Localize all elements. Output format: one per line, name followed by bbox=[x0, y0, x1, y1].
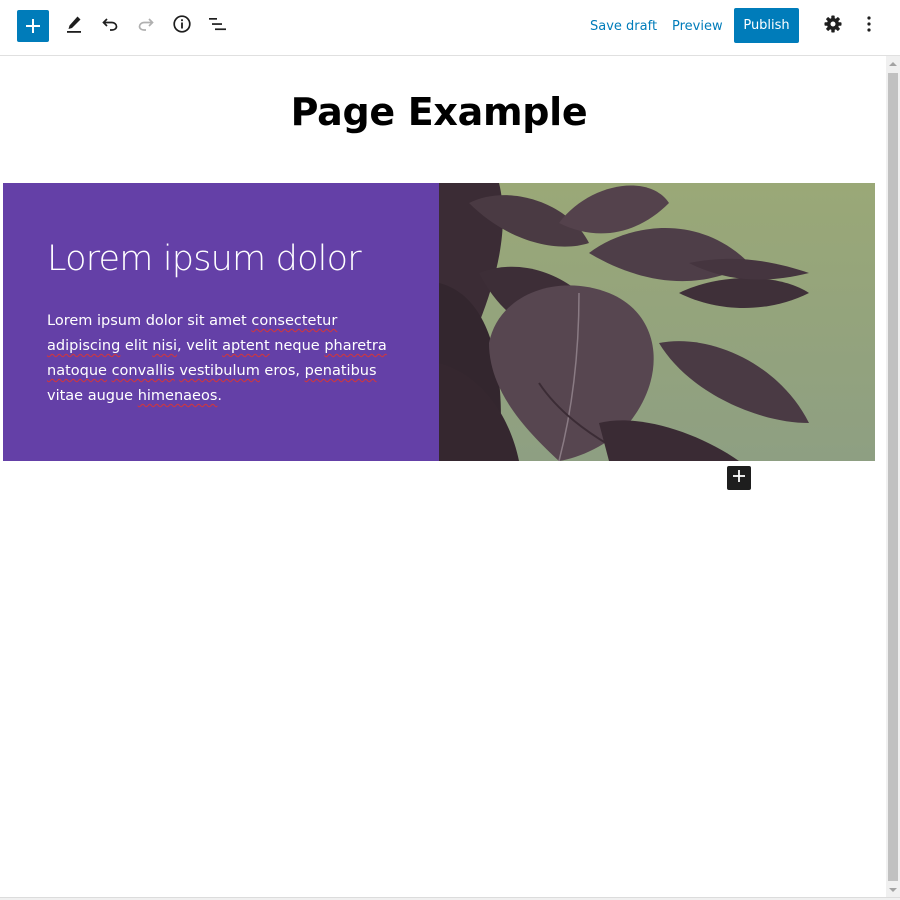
editor-header-toolbar: Save draft Preview Publish bbox=[0, 0, 900, 56]
media-text-paragraph[interactable]: Lorem ipsum dolor sit amet consectetur a… bbox=[47, 309, 387, 409]
more-vertical-icon bbox=[859, 14, 879, 38]
paragraph-text: . bbox=[217, 388, 223, 404]
scrollbar-thumb[interactable] bbox=[888, 73, 898, 881]
misspelled-word: convallis bbox=[111, 363, 175, 379]
misspelled-word: pharetra bbox=[324, 338, 387, 354]
undo-button[interactable] bbox=[94, 10, 126, 42]
misspelled-word: natoque bbox=[47, 363, 107, 379]
misspelled-word: himenaeos bbox=[137, 388, 218, 404]
editor-canvas: Page Example Lorem ipsum dolor Lorem ips… bbox=[0, 56, 886, 898]
redo-icon bbox=[136, 14, 156, 38]
media-text-image[interactable] bbox=[439, 183, 875, 461]
paragraph-text: elit bbox=[120, 338, 153, 354]
info-icon bbox=[172, 14, 192, 38]
plus-icon bbox=[23, 16, 43, 36]
paragraph-text: vitae augue bbox=[47, 388, 138, 404]
vertical-scrollbar[interactable] bbox=[886, 56, 900, 898]
paragraph-text: neque bbox=[269, 338, 325, 354]
media-text-heading[interactable]: Lorem ipsum dolor bbox=[47, 239, 362, 279]
tools-edit-button[interactable] bbox=[58, 10, 90, 42]
scroll-up-arrow-icon[interactable] bbox=[886, 56, 900, 72]
pencil-icon bbox=[64, 14, 84, 38]
paragraph-text: eros, bbox=[259, 363, 305, 379]
list-view-button[interactable] bbox=[202, 10, 234, 42]
details-info-button[interactable] bbox=[166, 10, 198, 42]
media-text-content: Lorem ipsum dolor Lorem ipsum dolor sit … bbox=[3, 183, 439, 461]
save-draft-button[interactable]: Save draft bbox=[590, 10, 657, 42]
misspelled-word: consectetur bbox=[251, 313, 338, 329]
preview-button[interactable]: Preview bbox=[672, 10, 723, 42]
media-text-block[interactable]: Lorem ipsum dolor Lorem ipsum dolor sit … bbox=[3, 183, 875, 461]
plant-image bbox=[439, 183, 875, 461]
publish-button[interactable]: Publish bbox=[734, 8, 799, 43]
misspelled-word: penatibus bbox=[304, 363, 377, 379]
gear-icon bbox=[823, 14, 843, 38]
block-appender-button[interactable] bbox=[727, 466, 751, 490]
redo-button[interactable] bbox=[130, 10, 162, 42]
page-title[interactable]: Page Example bbox=[0, 90, 878, 134]
misspelled-word: aptent bbox=[222, 338, 270, 354]
settings-button[interactable] bbox=[817, 10, 849, 42]
block-inserter-button[interactable] bbox=[17, 10, 49, 42]
scroll-down-arrow-icon[interactable] bbox=[886, 882, 900, 898]
undo-icon bbox=[100, 14, 120, 38]
more-options-button[interactable] bbox=[853, 10, 885, 42]
misspelled-word: adipiscing bbox=[47, 338, 121, 354]
misspelled-word: vestibulum bbox=[179, 363, 260, 379]
paragraph-text: , velit bbox=[177, 338, 223, 354]
paragraph-text: Lorem ipsum dolor sit amet bbox=[47, 313, 252, 329]
list-view-icon bbox=[207, 14, 229, 38]
misspelled-word: nisi bbox=[152, 338, 178, 354]
plus-icon bbox=[731, 468, 747, 488]
